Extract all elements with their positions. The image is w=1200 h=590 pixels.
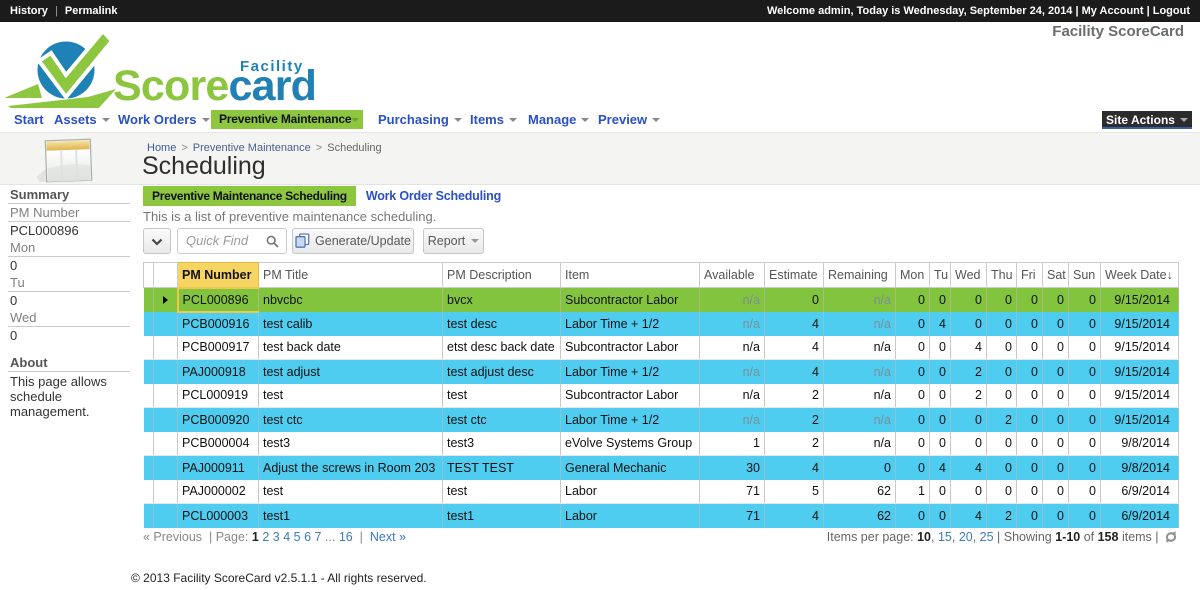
svg-text:Facility: Facility xyxy=(240,58,304,75)
